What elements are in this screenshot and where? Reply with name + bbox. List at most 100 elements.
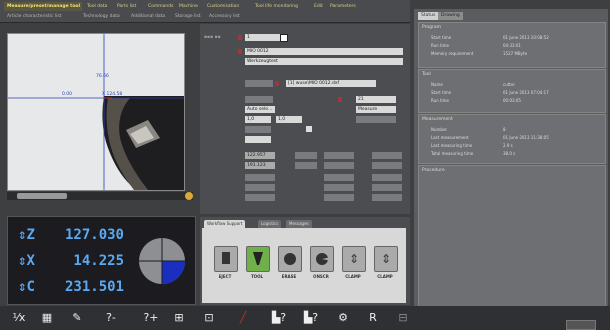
grid-cell bbox=[324, 184, 354, 191]
row-key: Run time bbox=[431, 98, 449, 103]
required-mark bbox=[238, 35, 242, 40]
a-field[interactable]: 1,0 bbox=[245, 116, 271, 123]
barcode-icon[interactable] bbox=[280, 34, 288, 42]
tab-parameters[interactable]: Parameters bbox=[327, 2, 367, 11]
p1-field[interactable]: 21 bbox=[356, 96, 396, 103]
file-field[interactable]: [1] wuse\MIO 0012.dxf bbox=[286, 80, 376, 87]
row-value: 2.9 s bbox=[503, 143, 513, 148]
row-value: 38.0 s bbox=[503, 151, 516, 156]
tab-commands[interactable]: Commands bbox=[145, 2, 177, 11]
program-section: Program Start time 01 June 2013 10:08:52… bbox=[418, 22, 606, 68]
grid-cell bbox=[245, 184, 275, 191]
workflow-panel: Workflow Support Logistics Messages ⇕ ⇕ … bbox=[200, 217, 410, 305]
reciprocal-tool-icon[interactable]: ⅟x bbox=[8, 309, 30, 327]
subtab-additional[interactable]: Additional data bbox=[128, 12, 172, 21]
tool-label: TOOL bbox=[250, 274, 264, 279]
edit-tool-icon[interactable]: ✎ bbox=[66, 309, 88, 327]
pen-icon[interactable]: ╱ bbox=[232, 309, 254, 327]
zoom-in-icon[interactable]: ?+ bbox=[140, 309, 162, 327]
camera-view[interactable]: 76.66 0.00 X 124.58 bbox=[7, 33, 185, 191]
camera-label-mid: X 124.58 bbox=[102, 92, 123, 97]
row-key: Total measuring time bbox=[431, 151, 474, 156]
section-title: Program bbox=[422, 25, 441, 30]
row-value: 01 June 2013 10:08:52 bbox=[503, 35, 549, 40]
camera-label-left: 0.00 bbox=[62, 92, 73, 97]
scrollbar-thumb[interactable] bbox=[17, 193, 67, 199]
disabled-field bbox=[245, 126, 271, 133]
camera-scrollbar[interactable] bbox=[7, 192, 193, 200]
label-id: ▪▪▪ ▪▪ bbox=[204, 35, 221, 40]
help-print-icon-2[interactable]: ▙? bbox=[300, 309, 322, 327]
disabled-field bbox=[356, 116, 396, 123]
tool-icon bbox=[253, 252, 263, 265]
onscr-button[interactable] bbox=[310, 246, 334, 272]
subtab-accessory[interactable]: Accessory list bbox=[206, 12, 250, 21]
tool-button[interactable] bbox=[246, 246, 270, 272]
row-key: Memory requirement bbox=[431, 51, 474, 56]
grid-cell bbox=[245, 174, 275, 181]
axis-z-label: ⇕Z bbox=[18, 227, 35, 243]
tab-drawing[interactable]: Drawing bbox=[438, 12, 463, 20]
r1-field[interactable]: 122.957 bbox=[245, 152, 275, 159]
axis-x-value: 14.225 bbox=[73, 253, 124, 269]
clamp-icon: ⇕ bbox=[348, 252, 360, 266]
r2-field[interactable]: 191.123 bbox=[245, 162, 275, 169]
row-key: Start time bbox=[431, 35, 452, 40]
tab-messages[interactable]: Messages bbox=[286, 220, 312, 228]
frame-icon[interactable]: ⊡ bbox=[198, 309, 220, 327]
tab-logistics[interactable]: Logistics bbox=[258, 220, 282, 228]
top-tab-bar: Measure/preset/manage tool Tool data Par… bbox=[0, 0, 410, 23]
help-print-icon[interactable]: ▙? bbox=[268, 309, 290, 327]
clamp-button[interactable]: ⇕ bbox=[342, 246, 366, 272]
checkbox[interactable] bbox=[306, 126, 312, 132]
expand-icon[interactable]: ⊞ bbox=[168, 309, 190, 327]
row-key: Run time bbox=[431, 43, 449, 48]
settings-icon[interactable]: ⚙ bbox=[332, 309, 354, 327]
tab-workflow-support[interactable]: Workflow Support bbox=[204, 220, 246, 228]
name-field[interactable]: Werkzeugtest bbox=[245, 58, 403, 65]
row-key: Number bbox=[431, 127, 448, 132]
zoom-out-icon[interactable]: ?- bbox=[100, 309, 122, 327]
row-value: 1527 MByte bbox=[503, 51, 528, 56]
mode-select[interactable]: Measure bbox=[356, 106, 396, 113]
reset-icon[interactable]: R bbox=[362, 309, 384, 327]
input-field[interactable] bbox=[245, 136, 271, 143]
tab-parts-list[interactable]: Parts list bbox=[114, 2, 146, 11]
required-mark bbox=[238, 49, 242, 54]
grid-cell bbox=[372, 152, 402, 159]
clamp-button-2[interactable]: ⇕ bbox=[374, 246, 398, 272]
tab-measure[interactable]: Measure/preset/manage tool bbox=[4, 2, 82, 11]
eject-button[interactable] bbox=[214, 246, 238, 272]
grid-cell bbox=[295, 152, 317, 159]
camera-label-top: 76.66 bbox=[96, 74, 109, 79]
code-field[interactable]: MIO 0012 bbox=[245, 48, 403, 55]
clamp-label-2: CLAMP bbox=[377, 274, 393, 279]
tab-tool-data[interactable]: Tool data bbox=[84, 2, 118, 11]
disabled-tool-icon: ⊟ bbox=[398, 311, 408, 324]
subtab-technology[interactable]: Technology data bbox=[80, 12, 124, 21]
eject-label: EJECT bbox=[218, 274, 232, 279]
workflow-buttons: ⇕ ⇕ EJECT TOOL ERASE ONSCR CLAMP CLAMP bbox=[202, 228, 406, 303]
tool-section: Tool Name cutter Start time 01 June 2013… bbox=[418, 69, 606, 113]
erase-button[interactable] bbox=[278, 246, 302, 272]
grid-cell bbox=[324, 194, 354, 201]
tab-status[interactable]: Status bbox=[418, 12, 439, 20]
grid-tool-icon[interactable]: ▦ bbox=[36, 309, 58, 327]
required-mark bbox=[338, 97, 342, 102]
onscr-label: ONSCR bbox=[313, 274, 329, 279]
b-field[interactable]: 1,0 bbox=[276, 116, 302, 123]
tab-customisation[interactable]: Customisation bbox=[204, 2, 254, 11]
subtab-article-list[interactable]: Article characteristic list bbox=[4, 12, 68, 21]
row-value: 8 bbox=[503, 127, 506, 132]
tab-tool-life[interactable]: Tool life monitoring bbox=[252, 2, 314, 11]
row-value: 00:03:05 bbox=[503, 98, 521, 103]
measurement-section: Measurement Number 8 Last measurement 01… bbox=[418, 114, 606, 164]
grid-cell bbox=[324, 174, 354, 181]
zoom-knob-icon[interactable] bbox=[185, 192, 193, 200]
subtab-storage[interactable]: Storage list bbox=[172, 12, 208, 21]
number-field[interactable]: 1 bbox=[245, 34, 281, 41]
erase-icon bbox=[284, 253, 296, 265]
grid-cell bbox=[372, 194, 402, 201]
tab-machine[interactable]: Machine bbox=[176, 2, 206, 11]
type-select[interactable]: Auto sele... bbox=[245, 106, 275, 113]
